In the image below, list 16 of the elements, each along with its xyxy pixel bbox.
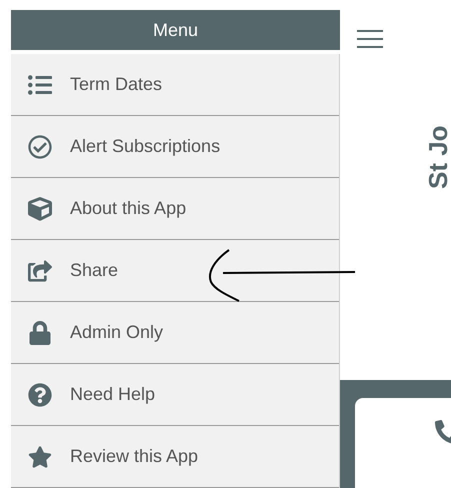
app-title: St Jo [423, 124, 451, 189]
share-icon [28, 258, 52, 282]
menu-item[interactable]: Review this App [11, 426, 339, 488]
menu-item[interactable]: Alert Subscriptions [11, 116, 339, 178]
star-icon [28, 444, 52, 468]
menu-icon[interactable] [357, 30, 383, 48]
menu-item[interactable]: Admin Only [11, 302, 339, 364]
help-icon [28, 382, 52, 406]
lock-icon [28, 320, 52, 344]
menu-item[interactable]: Term Dates [11, 54, 339, 116]
menu-item[interactable]: About this App [11, 178, 339, 240]
menu-item[interactable]: Need Help [11, 364, 339, 426]
menu-header: Menu [11, 10, 340, 50]
list-icon [28, 72, 52, 96]
cube-icon [28, 196, 52, 220]
menu-item[interactable]: Share [11, 240, 339, 302]
